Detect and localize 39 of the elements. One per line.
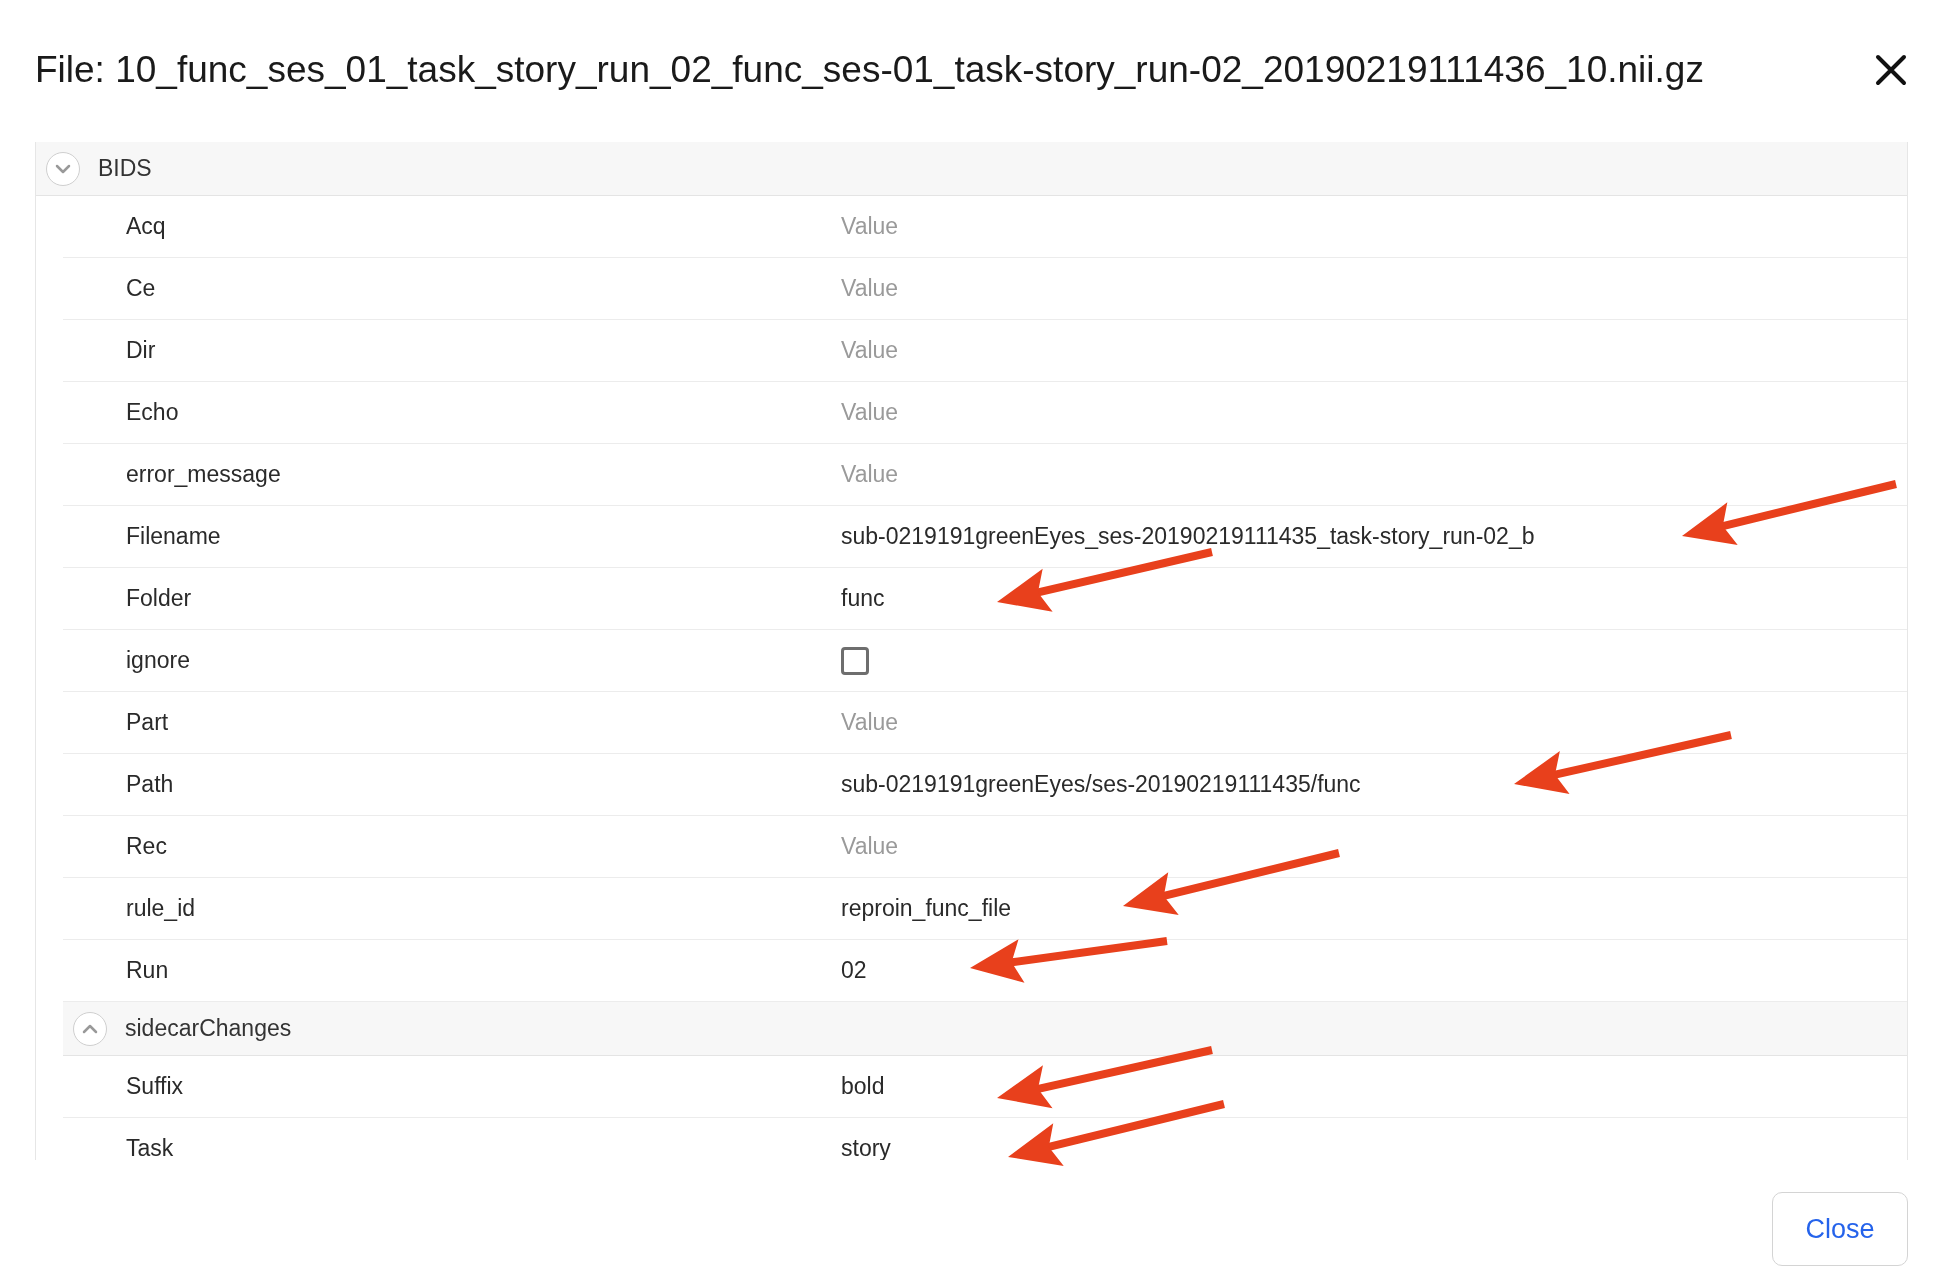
field-label: Path [125,771,175,798]
value-field[interactable]: Value [841,833,1741,860]
value-field[interactable]: sub-0219191greenEyes_ses-20190219111435_task-story_run-02_b [841,523,1741,550]
field-label: Suffix [125,1073,185,1100]
field-label: rule_id [125,895,197,922]
value-field[interactable]: Value [841,213,1741,240]
value-field[interactable]: bold [841,1073,1741,1100]
value-field[interactable]: sub-0219191greenEyes/ses-20190219111435/func [841,771,1741,798]
field-label: error_message [125,461,282,488]
chevron-up-icon [82,1023,98,1034]
field-label: Run [125,957,170,984]
field-label: Ce [125,275,157,302]
chevron-down-icon [55,163,71,174]
field-label: Echo [125,399,180,426]
value-field[interactable]: Value [841,275,1741,302]
field-label: Filename [125,523,222,550]
checkbox[interactable] [841,646,869,675]
dialog-title: File: 10_func_ses_01_task_story_run_02_func_ses-01_task-story_run-02_20190219111436_10.nii.gz [35,49,1705,91]
value-field[interactable]: Value [841,399,1741,426]
value-field[interactable]: Value [841,461,1741,488]
close-button[interactable]: Close [1772,1192,1908,1266]
field-label: Task [125,1135,175,1160]
field-label: Folder [125,585,193,612]
value-field[interactable]: Value [841,337,1741,364]
field-label: Rec [125,833,168,860]
value-field[interactable]: reproin_func_file [841,895,1741,922]
close-icon[interactable] [1874,53,1908,87]
section-label: BIDS [98,155,152,182]
value-field[interactable]: 02 [841,957,1741,984]
value-field[interactable]: story [841,1135,1741,1160]
field-label: ignore [125,647,191,674]
group-label: sidecarChanges [125,1015,292,1042]
expand-toggle[interactable] [73,1011,107,1046]
value-field[interactable]: Value [841,709,1741,736]
field-label: Dir [125,337,157,364]
field-label: Part [125,709,170,736]
value-field[interactable]: func [841,585,1741,612]
field-label: Acq [125,213,167,240]
expand-toggle[interactable] [46,151,80,186]
